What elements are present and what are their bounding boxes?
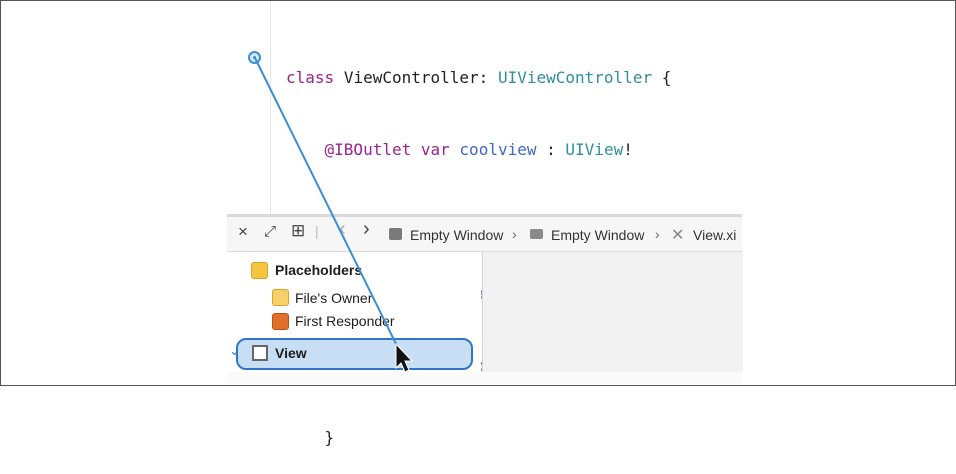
- outlet-variable-name: coolview: [459, 140, 537, 159]
- view-icon: [252, 345, 268, 361]
- outlet-connection-icon[interactable]: [248, 51, 261, 64]
- disclosure-chevron-icon[interactable]: ⌄: [229, 343, 240, 359]
- expand-icon[interactable]: ⤢: [264, 223, 276, 240]
- forward-icon[interactable]: ›: [363, 218, 370, 241]
- editor-gutter: [270, 1, 271, 214]
- open-brace: {: [661, 68, 672, 87]
- breadcrumb-folder[interactable]: Empty Window: [551, 227, 644, 243]
- related-items-icon[interactable]: ⊞: [291, 221, 305, 241]
- breadcrumb-separator: ›: [655, 226, 660, 242]
- class-name: ViewController: [343, 68, 479, 87]
- outline-item-files-owner[interactable]: File's Owner: [295, 290, 372, 306]
- outlet-type: UIView: [565, 140, 624, 159]
- files-owner-cube-icon: [272, 289, 289, 306]
- code-line-1: class ViewController: UIViewController {: [286, 66, 671, 90]
- implicit-unwrap: !: [623, 140, 633, 159]
- jump-bar: × ⤢ ⊞ | ‹ › Empty Window › Empty Window …: [227, 214, 742, 252]
- breadcrumb-separator: ›: [512, 226, 517, 242]
- code-line-2: @IBOutlet var coolview : UIView!: [286, 138, 671, 162]
- breadcrumb-file[interactable]: View.xi: [693, 227, 736, 243]
- outline-item-view-selected[interactable]: [236, 338, 473, 370]
- colon: :: [546, 140, 556, 159]
- outline-bottom-edge: [227, 372, 742, 384]
- back-icon[interactable]: ‹: [339, 218, 346, 241]
- outline-item-placeholders[interactable]: Placeholders: [275, 262, 362, 278]
- close-icon[interactable]: ×: [238, 222, 248, 242]
- superclass-name: UIViewController: [497, 68, 653, 87]
- breadcrumb-project[interactable]: Empty Window: [410, 227, 503, 243]
- first-responder-cube-icon: [272, 313, 289, 330]
- xib-file-icon: ✕: [671, 227, 685, 244]
- placeholder-cube-icon: [251, 262, 268, 279]
- interface-builder-canvas[interactable]: [482, 252, 743, 372]
- outline-item-view-label: View: [275, 345, 307, 361]
- keyword-class: class: [286, 68, 335, 87]
- toolbar-divider: |: [315, 223, 319, 239]
- colon: :: [478, 68, 489, 87]
- keyword-var: var: [420, 140, 450, 159]
- folder-icon: [530, 229, 543, 239]
- close-brace: }: [324, 428, 335, 447]
- code-line-6: }: [286, 426, 671, 450]
- outline-item-first-responder[interactable]: First Responder: [295, 313, 395, 329]
- project-icon: [389, 228, 402, 240]
- iboutlet-attribute: @IBOutlet: [324, 140, 412, 159]
